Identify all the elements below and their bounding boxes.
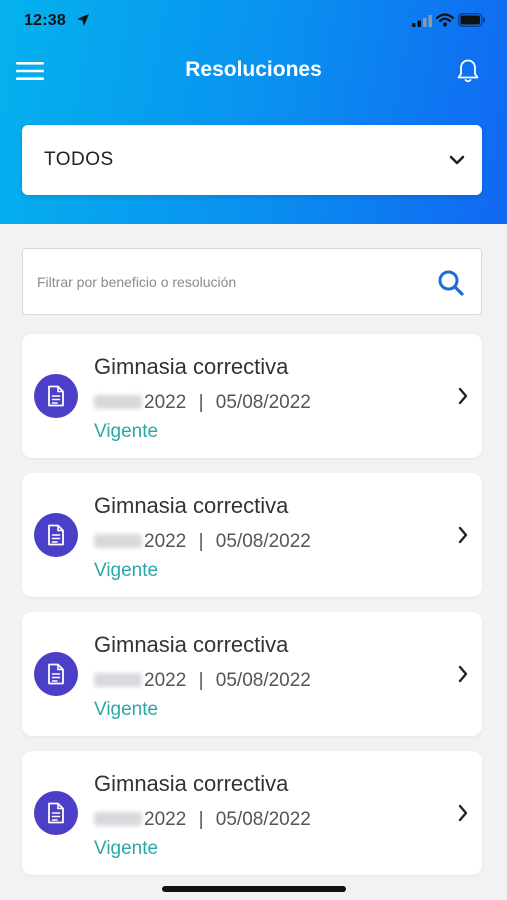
chevron-down-icon (449, 155, 465, 165)
resolution-card[interactable]: Gimnasia correctiva 2022 | 05/08/2022 Vi… (22, 334, 482, 458)
filter-selected-value: TODOS (44, 149, 114, 170)
document-icon (48, 524, 64, 546)
filter-dropdown[interactable]: TODOS (22, 125, 482, 195)
card-title: Gimnasia correctiva (94, 771, 289, 796)
status-bar: 12:38 (0, 0, 507, 44)
card-meta: 2022 | 05/08/2022 (94, 392, 311, 414)
card-status: Vigente (94, 699, 159, 720)
chevron-right-icon (458, 665, 468, 683)
card-meta: 2022 | 05/08/2022 (94, 531, 311, 553)
card-year: 2022 (144, 670, 187, 691)
app-header: 12:38 Resoluciones TODOS (0, 0, 507, 224)
page-title: Resoluciones (185, 58, 322, 81)
card-meta: 2022 | 05/08/2022 (94, 809, 311, 831)
status-time: 12:38 (24, 12, 66, 29)
chevron-right-icon (458, 804, 468, 822)
card-date: 05/08/2022 (215, 670, 311, 691)
search-box (22, 248, 482, 315)
redacted-number (94, 673, 142, 687)
document-icon (48, 802, 64, 824)
meta-separator: | (198, 670, 204, 691)
resolution-card[interactable]: Gimnasia correctiva 2022 | 05/08/2022 Vi… (22, 612, 482, 736)
card-year: 2022 (144, 809, 187, 830)
chevron-right-icon (458, 387, 468, 405)
card-meta: 2022 | 05/08/2022 (94, 670, 311, 692)
chevron-right-icon (458, 526, 468, 544)
document-icon (48, 663, 64, 685)
redacted-number (94, 395, 142, 409)
card-status: Vigente (94, 421, 159, 442)
card-year: 2022 (144, 531, 187, 552)
card-date: 05/08/2022 (215, 531, 311, 552)
battery-icon (458, 13, 485, 27)
redacted-number (94, 812, 142, 826)
document-icon-badge (34, 791, 78, 835)
document-icon-badge (34, 374, 78, 418)
meta-separator: | (198, 531, 204, 552)
search-icon[interactable] (437, 269, 465, 297)
card-status: Vigente (94, 838, 159, 859)
card-status: Vigente (94, 560, 159, 581)
signal-icon (412, 15, 432, 27)
redacted-number (94, 534, 142, 548)
document-icon (48, 385, 64, 407)
card-date: 05/08/2022 (215, 809, 311, 830)
search-input[interactable] (37, 267, 417, 297)
location-arrow-icon (77, 14, 89, 26)
card-title: Gimnasia correctiva (94, 493, 289, 518)
card-title: Gimnasia correctiva (94, 632, 289, 657)
card-date: 05/08/2022 (215, 392, 311, 413)
meta-separator: | (198, 809, 204, 830)
card-title: Gimnasia correctiva (94, 354, 289, 379)
resolution-card[interactable]: Gimnasia correctiva 2022 | 05/08/2022 Vi… (22, 473, 482, 597)
document-icon-badge (34, 513, 78, 557)
bell-icon[interactable] (456, 58, 480, 84)
wifi-icon (436, 13, 454, 27)
resolution-card[interactable]: Gimnasia correctiva 2022 | 05/08/2022 Vi… (22, 751, 482, 875)
meta-separator: | (198, 392, 204, 413)
document-icon-badge (34, 652, 78, 696)
card-year: 2022 (144, 392, 187, 413)
home-indicator[interactable] (162, 886, 346, 892)
